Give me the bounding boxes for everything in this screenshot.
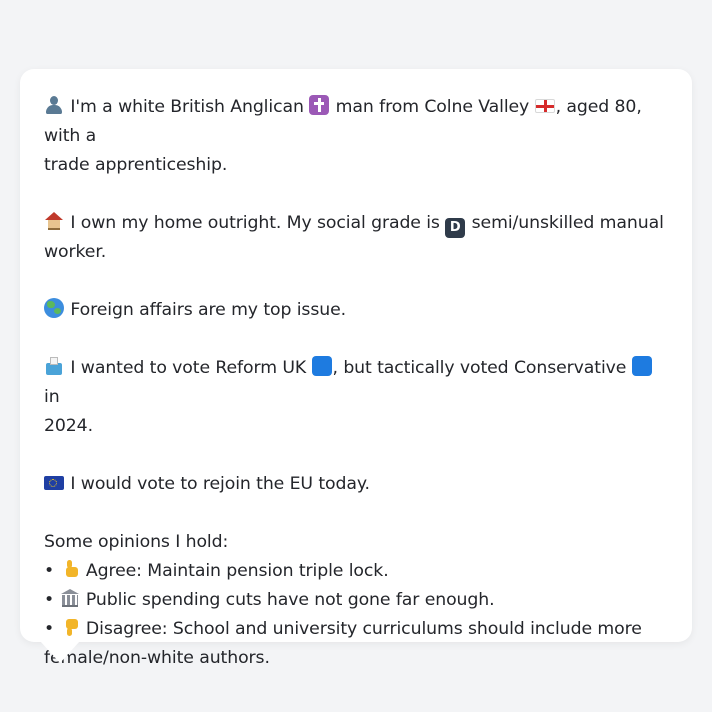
opinion-item: • Agree: Maintain pension triple lock. bbox=[44, 557, 668, 586]
bullet: • bbox=[44, 590, 55, 610]
england-flag-icon bbox=[534, 99, 555, 113]
globe-icon bbox=[44, 298, 64, 318]
bubble-tail bbox=[40, 641, 80, 663]
eu-text: I would vote to rejoin the EU today. bbox=[70, 474, 370, 494]
vote-paragraph: I wanted to vote Reform UK , but tactica… bbox=[44, 354, 668, 441]
blue-square-icon bbox=[311, 356, 332, 376]
eu-flag-icon bbox=[44, 476, 64, 490]
latin-cross-icon bbox=[309, 95, 330, 115]
issue-paragraph: Foreign affairs are my top issue. bbox=[44, 296, 668, 325]
vote-line-2: 2024. bbox=[44, 416, 93, 436]
opinion-text: Disagree: School and university curricul… bbox=[85, 619, 642, 639]
opinion-item: • Disagree: School and university curric… bbox=[44, 615, 668, 644]
identity-paragraph: I'm a white British Anglican man from Co… bbox=[44, 93, 668, 180]
home-line-1: I own my home outright. My social grade … bbox=[44, 209, 668, 238]
opinions-heading: Some opinions I hold: bbox=[44, 532, 229, 552]
bullet: • bbox=[44, 619, 55, 639]
classical-building-icon bbox=[60, 588, 80, 608]
letter-d-box-icon: D bbox=[445, 218, 466, 238]
issue-text: Foreign affairs are my top issue. bbox=[70, 300, 347, 320]
identity-text-2: man from Colne Valley bbox=[335, 97, 530, 117]
house-icon bbox=[44, 211, 64, 231]
home-paragraph: I own my home outright. My social grade … bbox=[44, 209, 668, 267]
opinion-text: Public spending cuts have not gone far e… bbox=[85, 590, 495, 610]
opinions-paragraph: Some opinions I hold: • Agree: Maintain … bbox=[44, 528, 668, 673]
opinion-text-continued: female/non-white authors. bbox=[44, 648, 270, 668]
issue-line: Foreign affairs are my top issue. bbox=[44, 296, 668, 325]
vote-line-1: I wanted to vote Reform UK , but tactica… bbox=[44, 354, 668, 412]
eu-paragraph: I would vote to rejoin the EU today. bbox=[44, 470, 668, 499]
thumbs-down-icon bbox=[60, 617, 80, 637]
ballot-box-icon bbox=[44, 356, 64, 376]
opinion-text: Agree: Maintain pension triple lock. bbox=[85, 561, 389, 581]
eu-line: I would vote to rejoin the EU today. bbox=[44, 470, 668, 499]
opinion-item: • Public spending cuts have not gone far… bbox=[44, 586, 668, 615]
home-line-2: worker. bbox=[44, 242, 107, 262]
home-text-2: semi/unskilled manual bbox=[471, 213, 664, 233]
message-bubble: I'm a white British Anglican man from Co… bbox=[20, 69, 692, 668]
vote-text-2: , but tactically voted Conservative bbox=[332, 358, 627, 378]
thumbs-up-icon bbox=[60, 559, 80, 579]
person-silhouette-icon bbox=[44, 95, 64, 115]
identity-line-1: I'm a white British Anglican man from Co… bbox=[44, 93, 668, 151]
vote-text-1: I wanted to vote Reform UK bbox=[70, 358, 307, 378]
identity-line-2: trade apprenticeship. bbox=[44, 155, 228, 175]
identity-text-1: I'm a white British Anglican bbox=[70, 97, 304, 117]
home-text-1: I own my home outright. My social grade … bbox=[70, 213, 440, 233]
vote-text-3: in bbox=[44, 387, 60, 407]
bullet: • bbox=[44, 561, 55, 581]
blue-square-icon bbox=[631, 356, 652, 376]
